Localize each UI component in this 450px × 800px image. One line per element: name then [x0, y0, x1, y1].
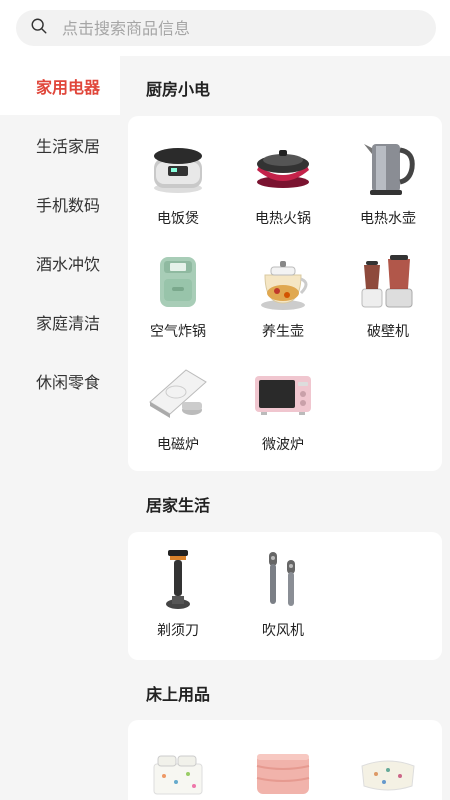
product-item[interactable]: 剃须刀: [128, 548, 228, 640]
section-title: 居家生活: [146, 496, 211, 515]
product-label: 电饭煲: [157, 211, 199, 227]
product-item[interactable]: 电热火锅: [233, 136, 333, 228]
product-item[interactable]: [128, 740, 228, 800]
product-item[interactable]: 微波炉: [233, 362, 333, 454]
search-icon: [30, 17, 48, 39]
search-input[interactable]: [62, 18, 402, 38]
quilt-icon: [256, 754, 310, 794]
sidebar-item-digital[interactable]: 手机数码: [0, 174, 120, 233]
product-item[interactable]: [233, 740, 333, 800]
product-label: 电热火锅: [255, 211, 311, 227]
bedding-set-icon: [153, 755, 203, 795]
product-item[interactable]: 电热水壶: [338, 136, 438, 228]
sidebar-item-drinks[interactable]: 酒水冲饮: [0, 233, 120, 292]
product-item[interactable]: [338, 740, 438, 800]
hot-pot-icon: [257, 150, 309, 188]
product-card: 电饭煲 电热火锅 电热水壶 空气炸锅 养生壶 破壁机 电磁炉 微波炉: [128, 116, 442, 471]
product-label: 破壁机: [367, 324, 409, 340]
product-item[interactable]: 养生壶: [233, 249, 333, 341]
section-title: 厨房小电: [146, 80, 211, 99]
blender-icon: [361, 255, 413, 308]
search-bar[interactable]: [16, 10, 436, 46]
sidebar-item-cleaning[interactable]: 家庭清洁: [0, 292, 120, 351]
product-label: 剃须刀: [157, 623, 199, 639]
sidebar-item-snacks[interactable]: 休闲零食: [0, 351, 120, 410]
razor-icon: [166, 550, 190, 609]
product-label: 吹风机: [262, 623, 304, 639]
air-fryer-icon: [160, 257, 196, 307]
product-label: 电热水壶: [360, 211, 416, 227]
health-pot-icon: [261, 261, 308, 310]
induction-cooker-icon: [149, 369, 207, 418]
product-card: [128, 720, 442, 800]
search-header: [0, 0, 450, 56]
rice-cooker-icon: [154, 148, 202, 193]
section-title: 床上用品: [146, 685, 211, 704]
sidebar-item-appliances[interactable]: 家用电器: [0, 56, 120, 115]
product-label: 电磁炉: [157, 437, 199, 453]
category-content: 厨房小电 电饭煲 电热火锅 电热水壶 空气炸锅 养生壶 破壁机 电磁炉 微波炉 …: [120, 56, 450, 800]
product-label: 空气炸锅: [150, 324, 206, 340]
product-item[interactable]: 电磁炉: [128, 362, 228, 454]
electric-kettle-icon: [364, 144, 415, 195]
pillow-icon: [361, 760, 415, 791]
product-card: 剃须刀 吹风机: [128, 532, 442, 660]
product-item[interactable]: 吹风机: [233, 548, 333, 640]
microwave-icon: [255, 376, 311, 415]
product-item[interactable]: 电饭煲: [128, 136, 228, 228]
product-label: 微波炉: [262, 437, 304, 453]
product-item[interactable]: 破壁机: [338, 249, 438, 341]
product-label: 养生壶: [262, 324, 304, 340]
sidebar-item-home-living[interactable]: 生活家居: [0, 115, 120, 174]
category-sidebar: 家用电器 生活家居 手机数码 酒水冲饮 家庭清洁 休闲零食: [0, 56, 120, 800]
product-item[interactable]: 空气炸锅: [128, 249, 228, 341]
hair-dryer-icon: [269, 552, 295, 606]
